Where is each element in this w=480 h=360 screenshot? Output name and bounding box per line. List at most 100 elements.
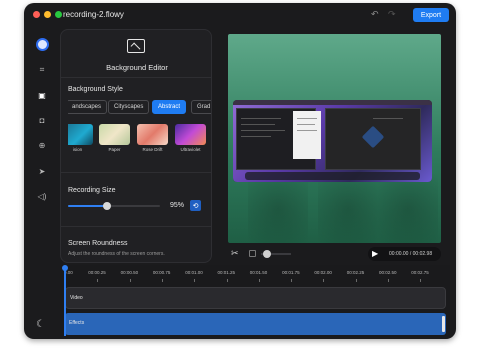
timeline[interactable]: 0.00 00:00.25 00:00.50 00:00.75 00:01.00 00:0… — [60, 265, 450, 337]
tick-label: 00:02.00 — [314, 270, 332, 275]
tick-label: 00:01.25 — [217, 270, 236, 275]
playback-bar: ▶ 00:00.00 / 00:02.98 — [368, 247, 441, 261]
tick-mark — [258, 279, 260, 282]
thumb-label: Paper — [108, 147, 121, 152]
recording-size-value: 95% — [170, 202, 185, 209]
thumb-label: Rose Drift — [142, 147, 163, 152]
timeline-ruler[interactable]: 0.00 00:00.25 00:00.50 00:00.75 00:01.00 00:0… — [60, 265, 450, 285]
tick-mark — [388, 279, 389, 282]
tick-label: 00:01.00 — [185, 270, 203, 275]
tick-mark — [226, 279, 228, 282]
background-thumbnails: ision Paper Rose Drift Ultraviolet — [68, 124, 211, 156]
background-style-label: Background Style — [68, 86, 123, 93]
edit-controls: ✂ — [228, 247, 298, 261]
recording-size-label: Recording Size — [68, 187, 116, 194]
panel-title: Background Editor — [106, 63, 168, 72]
thumb-label: Ultraviolet — [180, 147, 201, 152]
background-shadow — [378, 174, 438, 243]
tick-mark — [161, 279, 163, 282]
tick-mark — [420, 279, 422, 282]
playback-time: 00:00.00 / 00:02.98 — [389, 251, 433, 257]
tick-label: 00:02.50 — [379, 270, 397, 275]
background-shadow — [248, 174, 308, 243]
tick-mark — [129, 279, 131, 282]
split-button[interactable] — [249, 250, 256, 257]
audio-icon[interactable]: ◁) — [36, 190, 48, 202]
thumb-vision[interactable] — [68, 124, 93, 145]
export-button[interactable]: Export — [413, 8, 449, 22]
app-window: recording-2.flowy ↶ ↷ Export ⌗ ▣ ◘ ⊕ ➤ ◁… — [24, 3, 456, 339]
image-icon — [127, 39, 145, 53]
tick-label: 00:01.50 — [249, 270, 268, 275]
tick-label: 00:00.25 — [88, 270, 106, 275]
minimize-window-button[interactable] — [44, 11, 51, 18]
background-shadow — [318, 174, 378, 243]
text-line — [241, 124, 275, 125]
recording-size-knob[interactable] — [103, 202, 112, 210]
moon-icon[interactable]: ☾ — [36, 319, 45, 330]
screen-roundness-description: Adjust the roundness of the screen corne… — [68, 251, 165, 257]
tick-label: 00:01.75 — [282, 270, 300, 275]
video-preview — [228, 34, 441, 243]
effects-track[interactable]: Effects — [65, 313, 446, 335]
chip-cityscapes[interactable]: Cityscapes — [108, 100, 150, 114]
recording-size-fill — [68, 205, 108, 207]
crop-icon[interactable]: ⌗ — [36, 64, 48, 76]
panel-header: Background Editor — [61, 30, 211, 78]
thumb-ultraviolet[interactable] — [175, 124, 206, 145]
style-chips: andscapes Cityscapes Abstract Grad — [68, 100, 211, 114]
divider — [61, 226, 211, 227]
tick-label: 00:00.75 — [152, 270, 171, 275]
thumb-label: ision — [72, 147, 83, 152]
reset-size-button[interactable]: ⟲ — [190, 200, 201, 211]
chip-gradient[interactable]: Grad — [191, 100, 211, 114]
text-line — [241, 136, 271, 137]
camera-icon[interactable]: ◘ — [36, 114, 48, 126]
tick-mark — [323, 279, 325, 282]
thumb-rose-drift[interactable] — [137, 124, 168, 145]
effects-trim-handle[interactable] — [442, 316, 445, 332]
scissors-icon[interactable]: ✂ — [231, 248, 239, 259]
tick-label: 00:02.75 — [411, 270, 429, 275]
effects-track-label: Effects — [69, 320, 85, 326]
chip-abstract[interactable]: Abstract — [152, 100, 187, 114]
screen-dock — [245, 172, 420, 180]
tick-mark — [355, 279, 357, 282]
text-line — [241, 130, 285, 131]
tick-label: 00:00.50 — [120, 270, 139, 275]
tool-rail: ⌗ ▣ ◘ ⊕ ➤ ◁) ☾ — [24, 29, 60, 339]
playhead[interactable] — [64, 266, 66, 336]
zoom-icon[interactable]: ⊕ — [36, 139, 48, 151]
playhead-handle[interactable] — [62, 265, 68, 271]
text-line — [373, 118, 403, 119]
text-line — [297, 124, 315, 125]
window-controls — [33, 11, 62, 18]
image-icon[interactable]: ▣ — [36, 89, 48, 101]
video-track-label: Video — [70, 295, 83, 301]
text-line — [241, 118, 281, 119]
title-bar: recording-2.flowy ↶ ↷ Export — [24, 3, 456, 27]
tick-label: 00:02.25 — [346, 270, 365, 275]
zoom-window-button[interactable] — [55, 11, 62, 18]
chip-landscapes[interactable]: andscapes — [68, 100, 108, 114]
divider — [61, 172, 211, 173]
screen-roundness-label: Screen Roundness — [68, 240, 128, 247]
text-line — [297, 118, 317, 119]
redo-icon[interactable]: ↷ — [388, 9, 396, 20]
tick-mark — [291, 279, 293, 282]
background-editor-panel: Background Editor Background Style andsc… — [60, 29, 212, 263]
thumb-paper[interactable] — [99, 124, 130, 145]
text-line — [297, 130, 317, 131]
timeline-zoom-knob[interactable] — [263, 250, 271, 258]
tick-mark — [194, 279, 196, 282]
play-icon[interactable]: ▶ — [372, 249, 378, 258]
close-window-button[interactable] — [33, 11, 40, 18]
video-track[interactable]: Video — [65, 287, 446, 309]
undo-icon[interactable]: ↶ — [371, 9, 379, 20]
screen-menu-bar — [233, 100, 432, 105]
recorded-screen — [233, 100, 432, 182]
tick-mark — [97, 279, 99, 282]
app-logo-icon[interactable] — [36, 38, 49, 51]
window-title: recording-2.flowy — [63, 10, 124, 19]
cursor-icon[interactable]: ➤ — [36, 165, 48, 177]
